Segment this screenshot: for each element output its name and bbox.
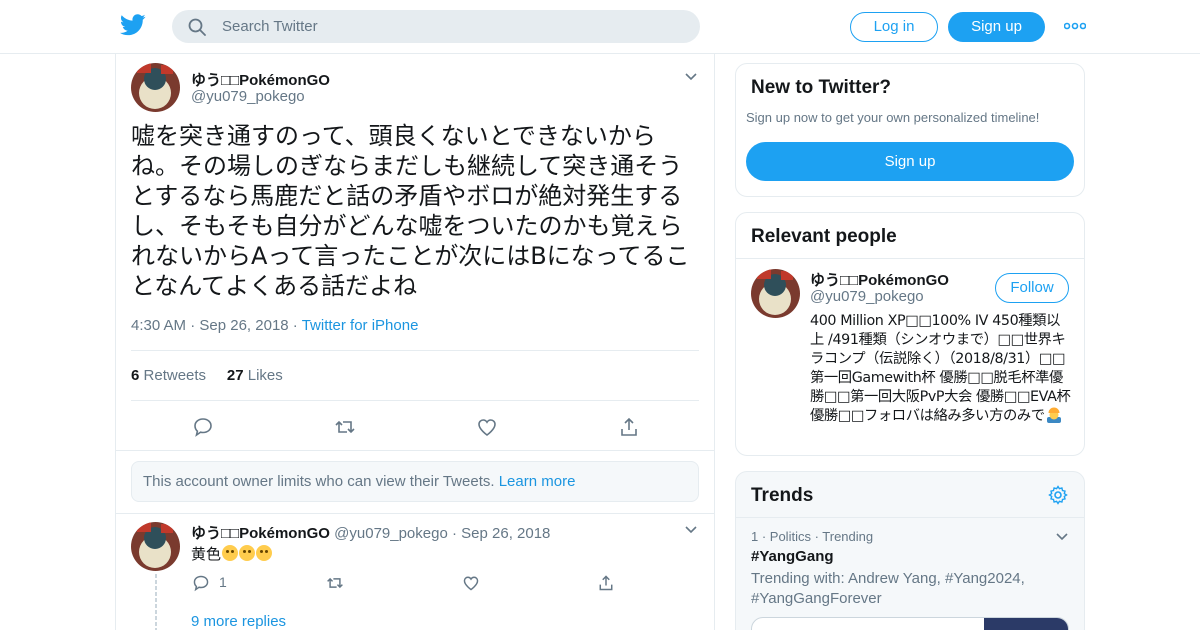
tweet-time[interactable]: 4:30 AM: [131, 317, 186, 334]
divider: [736, 258, 1084, 259]
trend-thumbnail: [984, 618, 1068, 630]
signup-card: New to Twitter? Sign up now to get your …: [735, 63, 1085, 197]
likes-count: 27: [226, 367, 244, 384]
login-button[interactable]: Log in: [850, 12, 938, 42]
tweet-date[interactable]: Sep 26, 2018: [199, 317, 288, 334]
chevron-down-icon[interactable]: [1055, 532, 1069, 542]
gear-icon[interactable]: [1048, 485, 1068, 505]
divider: [131, 400, 699, 401]
person-name[interactable]: ゆう□□PokémonGO: [810, 269, 949, 290]
avatar[interactable]: [751, 269, 800, 318]
reply-author-name[interactable]: ゆう□□PokémonGO: [191, 525, 330, 542]
divider: [131, 350, 699, 351]
search-box[interactable]: Search Twitter: [172, 10, 700, 43]
share-icon[interactable]: [597, 574, 615, 592]
top-bar: Search Twitter Log in Sign up: [0, 0, 1200, 54]
eyeroll-emoji-icon: [239, 545, 256, 561]
retweets-label: Retweets: [143, 367, 207, 384]
like-icon[interactable]: [462, 574, 480, 592]
search-icon: [188, 18, 206, 36]
reply-author-handle[interactable]: @yu079_pokego: [334, 525, 448, 542]
reply-icon[interactable]: [192, 574, 210, 592]
avatar-image: [131, 63, 180, 112]
reply-text-body: 黄色: [191, 546, 222, 563]
tweet-author-handle[interactable]: @yu079_pokego: [191, 88, 305, 105]
share-icon[interactable]: [618, 416, 640, 438]
thread-line: [155, 574, 157, 630]
signup-card-subtitle: Sign up now to get your own personalized…: [746, 110, 1040, 125]
divider: [116, 513, 714, 514]
like-icon[interactable]: [476, 416, 498, 438]
construction-worker-emoji-icon: [1046, 407, 1061, 423]
more-replies-link[interactable]: 9 more replies: [191, 613, 286, 630]
person-bio-text: 400 Million XP□□100% IV 450種類以上 /491種類（シ…: [810, 313, 1071, 424]
likes-label: Likes: [247, 367, 283, 384]
trend-media-card[interactable]: [751, 617, 1069, 630]
relevant-people-title: Relevant people: [751, 226, 897, 247]
likes-stat[interactable]: 27 Likes: [227, 367, 283, 384]
reply-count: 1: [219, 574, 227, 590]
avatar-image: [131, 522, 180, 571]
divider: [736, 517, 1084, 518]
tweet-source[interactable]: Twitter for iPhone: [302, 317, 419, 334]
divider: [116, 450, 714, 451]
signup-button[interactable]: Sign up: [948, 12, 1045, 42]
chevron-down-icon[interactable]: [684, 72, 698, 82]
avatar[interactable]: [131, 63, 180, 112]
chevron-down-icon[interactable]: [684, 525, 698, 535]
avatar-image: [751, 269, 800, 318]
reply-text: 黄色: [191, 543, 273, 564]
search-input[interactable]: Search Twitter: [222, 18, 318, 35]
signup-card-title: New to Twitter?: [751, 77, 892, 98]
twitter-logo-icon[interactable]: [120, 13, 146, 37]
follow-button[interactable]: Follow: [995, 273, 1069, 303]
trend-meta: 1 · Politics · Trending: [751, 529, 874, 544]
retweets-stat[interactable]: 6 Retweets: [131, 367, 206, 384]
notice-text: This account owner limits who can view t…: [143, 473, 495, 490]
tweet-author-name[interactable]: ゆう□□PokémonGO: [191, 69, 330, 90]
trend-hashtag[interactable]: #YangGang: [751, 548, 834, 565]
reply-header: ゆう□□PokémonGO @yu079_pokego · Sep 26, 20…: [191, 525, 551, 542]
learn-more-link[interactable]: Learn more: [499, 473, 576, 490]
more-icon[interactable]: [1064, 22, 1086, 30]
protected-notice: This account owner limits who can view t…: [131, 461, 699, 502]
retweet-icon[interactable]: [326, 574, 344, 592]
tweet-meta: 4:30 AM · Sep 26, 2018 · Twitter for iPh…: [131, 317, 419, 334]
sidebar-signup-button[interactable]: Sign up: [746, 142, 1074, 181]
retweet-icon[interactable]: [334, 416, 356, 438]
trends-title: Trends: [751, 485, 814, 506]
reply-icon[interactable]: [192, 416, 214, 438]
trend-related: Trending with: Andrew Yang, #Yang2024, #…: [751, 570, 1025, 607]
person-bio: 400 Million XP□□100% IV 450種類以上 /491種類（シ…: [810, 312, 1072, 426]
reply-date[interactable]: Sep 26, 2018: [461, 525, 550, 542]
avatar[interactable]: [131, 522, 180, 571]
tweet-text: 嘘を突き通すのって、頭良くないとできないからね。その場しのぎならまだしも継続して…: [131, 122, 690, 300]
person-handle[interactable]: @yu079_pokego: [810, 288, 924, 305]
retweets-count: 6: [131, 367, 140, 384]
eyeroll-emoji-icon: [256, 545, 273, 561]
trends-card: Trends 1 · Politics · Trending #YangGang…: [735, 471, 1085, 630]
tweet-stats: 6 Retweets 27 Likes: [131, 367, 283, 384]
main-timeline: ゆう□□PokémonGO @yu079_pokego 嘘を突き通すのって、頭良…: [115, 54, 715, 630]
relevant-people-card: Relevant people ゆう□□PokémonGO @yu079_pok…: [735, 212, 1085, 456]
eyeroll-emoji-icon: [222, 545, 239, 561]
